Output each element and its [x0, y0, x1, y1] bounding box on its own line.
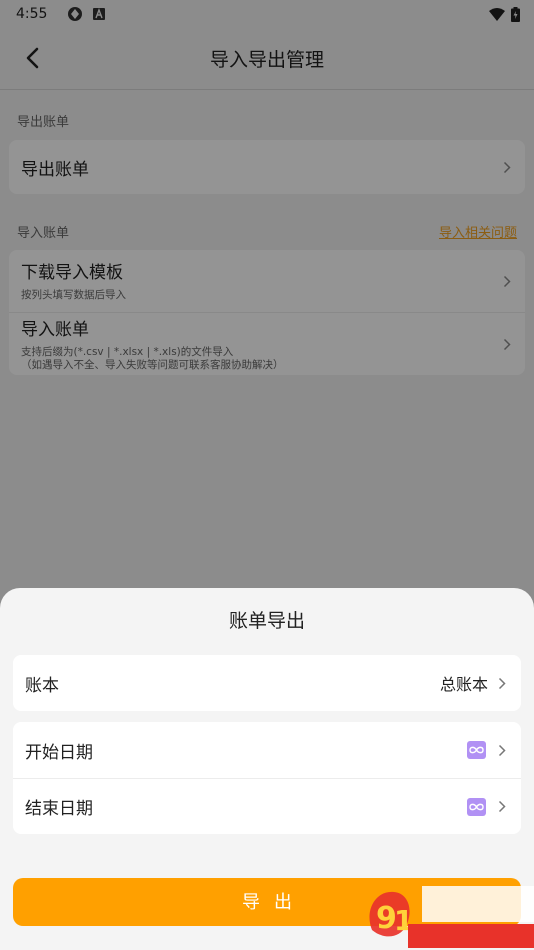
infinity-icon: [467, 797, 486, 816]
chevron-right-icon: [496, 800, 508, 813]
sheet-title: 账单导出: [228, 610, 305, 632]
start-date-label: 开始日期: [25, 742, 93, 763]
date-card: 开始日期 结束日期: [13, 722, 521, 834]
end-date-row[interactable]: 结束日期: [13, 778, 521, 834]
start-date-row[interactable]: 开始日期: [13, 722, 521, 778]
book-value: 总账本: [439, 675, 488, 694]
book-card: 账本 总账本: [13, 655, 521, 711]
infinity-icon: [467, 741, 486, 759]
end-date-label: 结束日期: [25, 799, 93, 819]
book-select-row[interactable]: 账本 总账本: [13, 655, 521, 711]
book-label: 账本: [25, 675, 59, 696]
chevron-right-icon: [496, 677, 508, 689]
chevron-right-icon: [496, 744, 508, 756]
site-watermark-logo: 9 1: [364, 880, 534, 950]
